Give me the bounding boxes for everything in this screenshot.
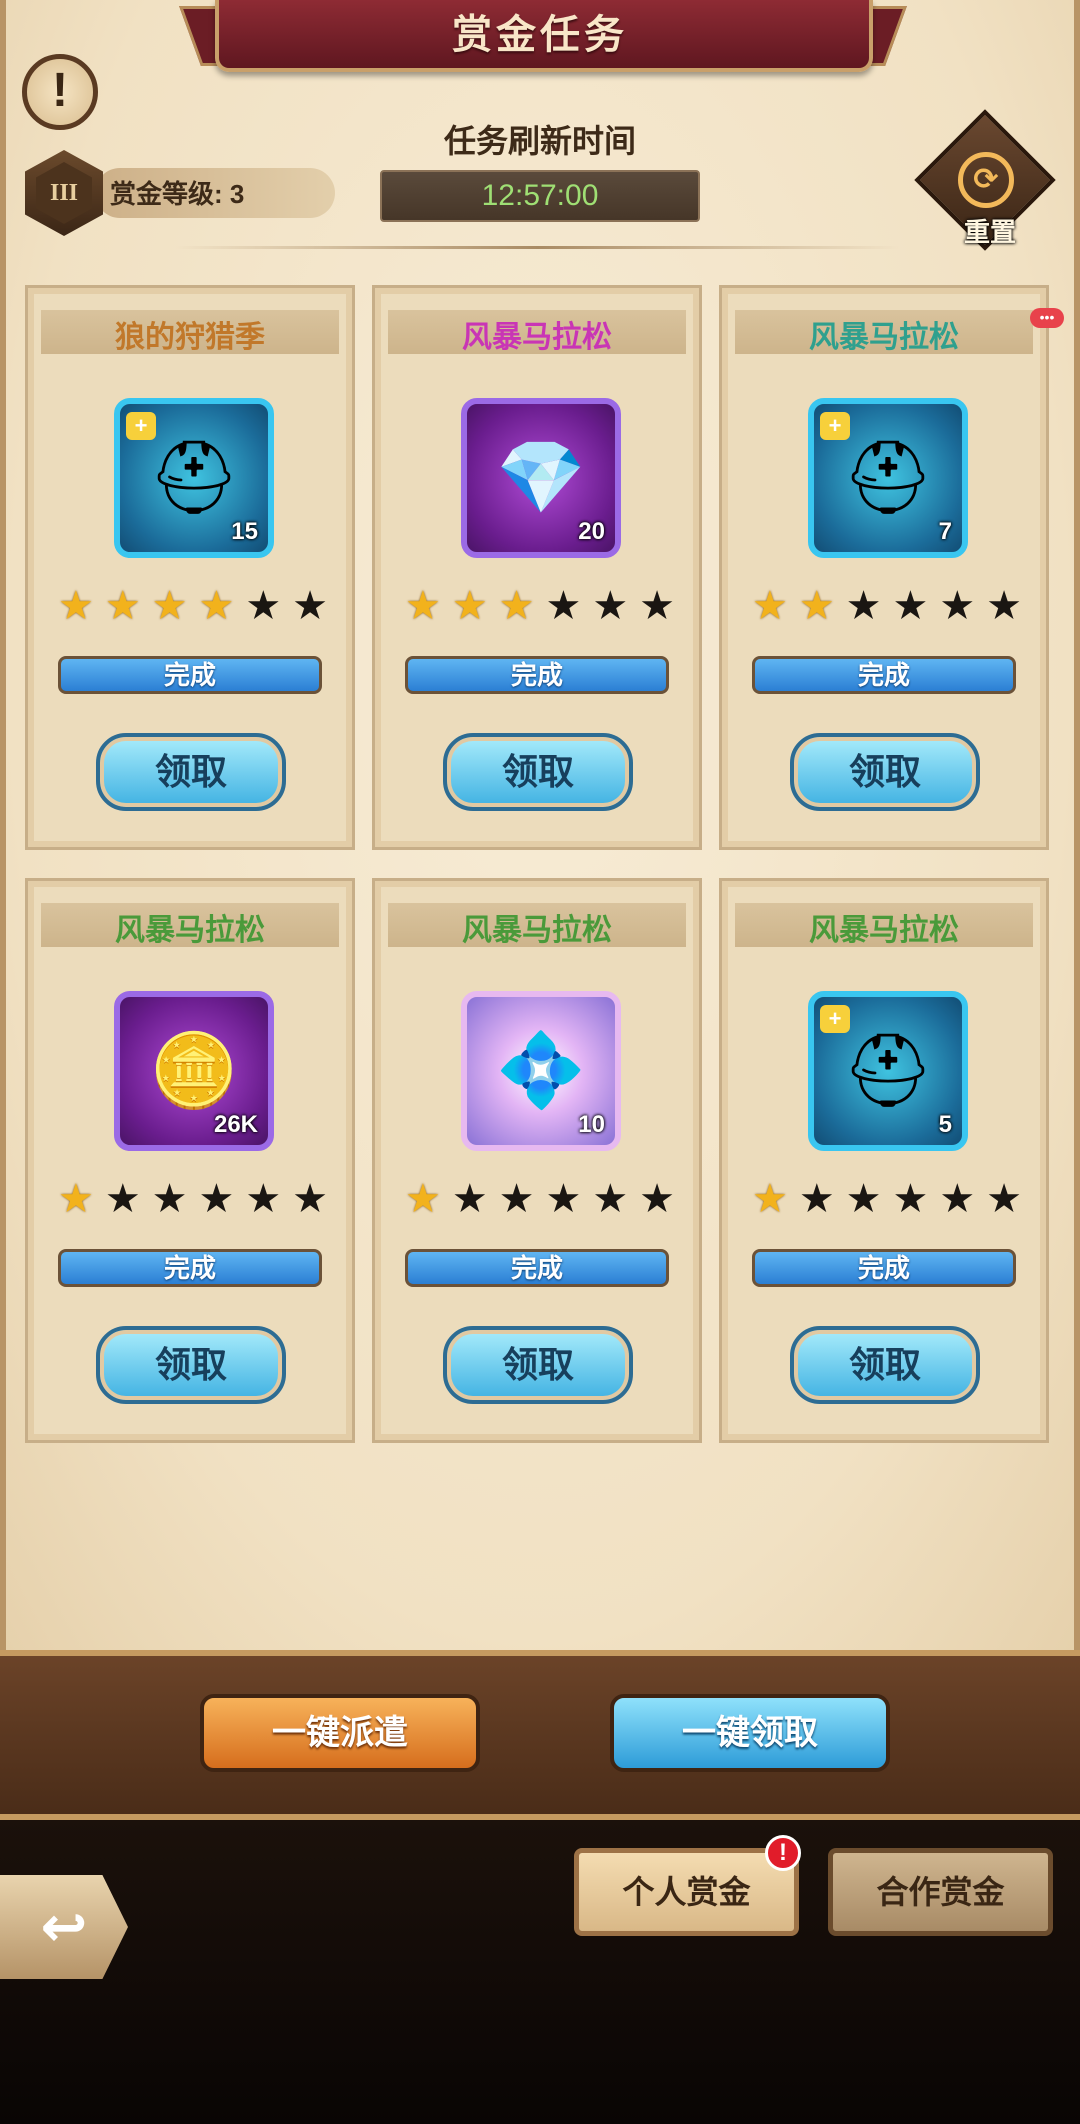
star-empty-icon: ★ bbox=[939, 1177, 976, 1221]
star-empty-icon: ★ bbox=[986, 1177, 1022, 1221]
item-count: 5 bbox=[938, 1111, 952, 1138]
item-count: 20 bbox=[578, 518, 605, 545]
star-empty-icon: ★ bbox=[498, 1177, 535, 1221]
reward-item[interactable]: ⛑ +15 bbox=[114, 398, 274, 558]
star-empty-icon: ★ bbox=[245, 1177, 282, 1221]
item-count: 7 bbox=[938, 518, 952, 545]
star-filled-icon: ★ bbox=[198, 584, 235, 628]
star-empty-icon: ★ bbox=[639, 584, 675, 628]
star-filled-icon: ★ bbox=[752, 1177, 788, 1221]
star-empty-icon: ★ bbox=[245, 584, 282, 628]
info-icon[interactable]: ! bbox=[22, 54, 98, 130]
star-rating: ★ ★ ★ ★ ★ ★ bbox=[58, 1179, 328, 1219]
reward-item[interactable]: ⛑ +5 bbox=[808, 991, 968, 1151]
refresh-icon[interactable]: ⟳ bbox=[958, 152, 1014, 208]
star-empty-icon: ★ bbox=[639, 1177, 675, 1221]
star-filled-icon: ★ bbox=[798, 584, 835, 628]
star-empty-icon: ★ bbox=[198, 1177, 235, 1221]
card-title: 狼的狩猎季 bbox=[115, 321, 265, 354]
star-empty-icon: ★ bbox=[151, 1177, 188, 1221]
alert-badge: ! bbox=[765, 1835, 801, 1871]
progress-status: 完成 bbox=[58, 1249, 322, 1287]
puzzle-piece-icon: + bbox=[820, 1005, 850, 1033]
star-empty-icon: ★ bbox=[104, 1177, 141, 1221]
star-filled-icon: ★ bbox=[451, 584, 488, 628]
claim-button[interactable]: 领取 bbox=[443, 1326, 633, 1404]
page-title: 赏金任务 bbox=[452, 13, 628, 57]
star-filled-icon: ★ bbox=[58, 1177, 94, 1221]
star-filled-icon: ★ bbox=[498, 584, 535, 628]
star-rating: ★ ★ ★ ★ ★ ★ bbox=[58, 586, 328, 626]
item-count: 10 bbox=[578, 1111, 605, 1138]
item-count: 26K bbox=[213, 1111, 258, 1138]
star-rating: ★ ★ ★ ★ ★ ★ bbox=[752, 586, 1022, 626]
star-filled-icon: ★ bbox=[58, 584, 94, 628]
star-rating: ★ ★ ★ ★ ★ ★ bbox=[752, 1179, 1022, 1219]
star-empty-icon: ★ bbox=[798, 1177, 835, 1221]
reward-item[interactable]: 💠 10 bbox=[461, 991, 621, 1151]
star-empty-icon: ★ bbox=[845, 1177, 882, 1221]
claim-button[interactable]: 领取 bbox=[790, 733, 980, 811]
item-count: 15 bbox=[231, 518, 258, 545]
claim-button[interactable]: 领取 bbox=[790, 1326, 980, 1404]
bounty-card: 风暴马拉松 💠 10 ★ ★ ★ ★ ★ ★ 完成 领取 bbox=[372, 878, 702, 1443]
more-dots-badge: ••• bbox=[1030, 308, 1064, 328]
star-filled-icon: ★ bbox=[405, 1177, 441, 1221]
star-empty-icon: ★ bbox=[892, 1177, 929, 1221]
bounty-level-text: 赏金等级: 3 bbox=[110, 179, 245, 209]
refresh-timer: 12:57:00 bbox=[380, 170, 700, 222]
star-empty-icon: ★ bbox=[451, 1177, 488, 1221]
progress-status: 完成 bbox=[752, 656, 1016, 694]
reward-item[interactable]: 🪙 26K bbox=[114, 991, 274, 1151]
progress-status: 完成 bbox=[58, 656, 322, 694]
star-rating: ★ ★ ★ ★ ★ ★ bbox=[405, 586, 675, 626]
card-title: 风暴马拉松 bbox=[462, 914, 612, 947]
claim-button[interactable]: 领取 bbox=[96, 1326, 286, 1404]
card-title: 风暴马拉松 bbox=[809, 914, 959, 947]
bounty-card: 风暴马拉松 🪙 26K ★ ★ ★ ★ ★ ★ 完成 领取 bbox=[25, 878, 355, 1443]
bounty-card: 狼的狩猎季 ⛑ +15 ★ ★ ★ ★ ★ ★ 完成 领取 bbox=[25, 285, 355, 850]
dispatch-all-button[interactable]: 一键派遣 bbox=[200, 1694, 480, 1772]
star-empty-icon: ★ bbox=[892, 584, 929, 628]
bounty-card: 风暴马拉松 💎 20 ★ ★ ★ ★ ★ ★ 完成 领取 bbox=[372, 285, 702, 850]
claim-button[interactable]: 领取 bbox=[443, 733, 633, 811]
star-empty-icon: ★ bbox=[292, 1177, 328, 1221]
star-empty-icon: ★ bbox=[592, 584, 629, 628]
back-icon[interactable]: ↩ bbox=[0, 1875, 128, 1979]
progress-status: 完成 bbox=[405, 1249, 669, 1287]
reward-item[interactable]: 💎 20 bbox=[461, 398, 621, 558]
refresh-time-label: 任务刷新时间 bbox=[443, 123, 636, 159]
star-empty-icon: ★ bbox=[986, 584, 1022, 628]
star-empty-icon: ★ bbox=[545, 584, 582, 628]
claim-button[interactable]: 领取 bbox=[96, 733, 286, 811]
star-filled-icon: ★ bbox=[104, 584, 141, 628]
star-empty-icon: ★ bbox=[939, 584, 976, 628]
card-title: 风暴马拉松 bbox=[462, 321, 612, 354]
star-empty-icon: ★ bbox=[292, 584, 328, 628]
star-filled-icon: ★ bbox=[752, 584, 788, 628]
bounty-card: 风暴马拉松 ⛑ +7 ★ ★ ★ ★ ★ ★ 完成 领取 ••• bbox=[719, 285, 1064, 850]
star-filled-icon: ★ bbox=[405, 584, 441, 628]
star-empty-icon: ★ bbox=[845, 584, 882, 628]
tab-coop-bounty[interactable]: 合作赏金 bbox=[828, 1848, 1053, 1936]
card-title: 风暴马拉松 bbox=[115, 914, 265, 947]
reward-item[interactable]: ⛑ +7 bbox=[808, 398, 968, 558]
puzzle-piece-icon: + bbox=[126, 412, 156, 440]
progress-status: 完成 bbox=[405, 656, 669, 694]
star-empty-icon: ★ bbox=[592, 1177, 629, 1221]
puzzle-piece-icon: + bbox=[820, 412, 850, 440]
bounty-card: 风暴马拉松 ⛑ +5 ★ ★ ★ ★ ★ ★ 完成 领取 bbox=[719, 878, 1049, 1443]
star-empty-icon: ★ bbox=[545, 1177, 582, 1221]
card-title: 风暴马拉松 bbox=[809, 321, 959, 354]
claim-all-button[interactable]: 一键领取 bbox=[610, 1694, 890, 1772]
action-bar bbox=[0, 1650, 1080, 1820]
header-divider bbox=[175, 246, 900, 249]
star-filled-icon: ★ bbox=[151, 584, 188, 628]
reset-label[interactable]: 重置 bbox=[945, 212, 1035, 249]
star-rating: ★ ★ ★ ★ ★ ★ bbox=[405, 1179, 675, 1219]
progress-status: 完成 bbox=[752, 1249, 1016, 1287]
tab-personal-bounty[interactable]: 个人赏金 bbox=[574, 1848, 799, 1936]
